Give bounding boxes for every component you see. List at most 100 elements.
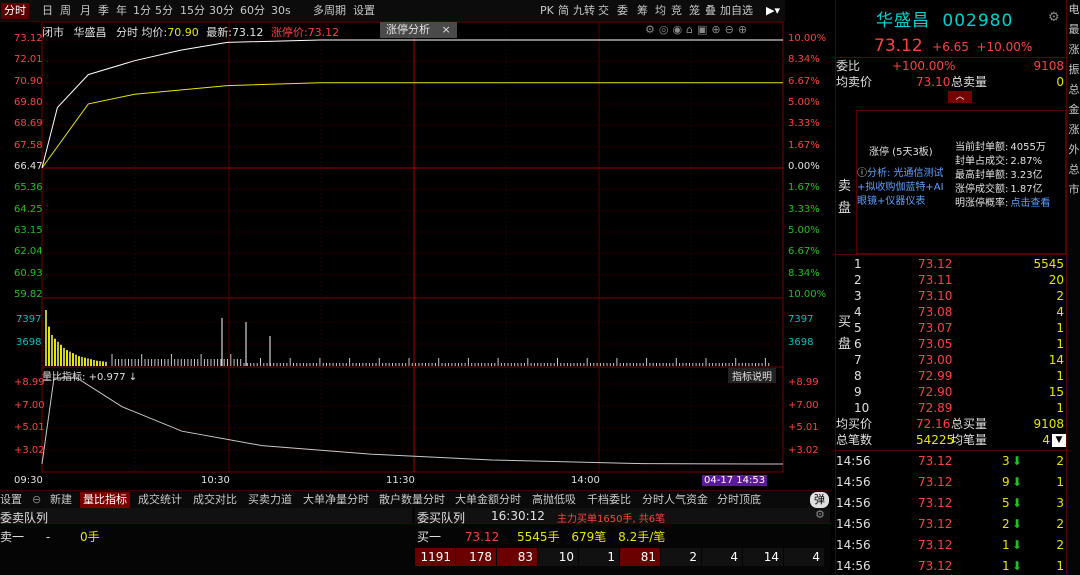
collapse-chevron-icon[interactable]: ︿ bbox=[948, 91, 972, 103]
toolbar-right-item-8[interactable]: 笼 bbox=[689, 3, 700, 19]
side-tab[interactable]: 电 bbox=[1068, 4, 1080, 16]
toolbar-item-2[interactable]: 周 bbox=[57, 3, 74, 19]
toolbar-right-item-4[interactable]: 委 bbox=[617, 3, 628, 19]
indicator-tab-6[interactable]: 大单净量分时 bbox=[303, 492, 369, 508]
bid-row[interactable]: 3 73.10 2 bbox=[836, 288, 1066, 305]
info-stat-key: 最高封单额: bbox=[955, 170, 1009, 181]
bid-level: 5 bbox=[854, 321, 862, 335]
toolbar-item-9[interactable]: 30分 bbox=[206, 3, 237, 19]
info-desc-line: 眼镜+仪器仪表 bbox=[857, 196, 926, 207]
indicator-tab-12[interactable]: 分时顶底 bbox=[717, 492, 761, 508]
tick-price: 73.12 bbox=[918, 559, 953, 573]
indicator-tab-9[interactable]: 高抛低吸 bbox=[532, 492, 576, 508]
new-tab-icon[interactable]: ⊖ bbox=[32, 492, 41, 508]
time-axis-label: 10:30 bbox=[201, 475, 230, 486]
toolbar-item-6[interactable]: 1分 bbox=[130, 3, 154, 19]
bid-row[interactable]: 10 72.89 1 bbox=[836, 400, 1066, 417]
info-stat-key: 封单占成交: bbox=[955, 156, 1009, 167]
toolbar-item-7[interactable]: 5分 bbox=[152, 3, 176, 19]
price-axis-label: 72.01 bbox=[14, 54, 43, 66]
queue-cell: 1191 bbox=[415, 548, 455, 566]
toolbar-item-1[interactable]: 日 bbox=[39, 3, 56, 19]
side-tab[interactable]: 市 bbox=[1068, 184, 1080, 196]
indicator-explain-button[interactable]: 指标说明 bbox=[728, 368, 776, 383]
tick-count: 1 bbox=[1056, 475, 1064, 489]
indicator-tab-2[interactable]: 量比指标 bbox=[80, 492, 130, 508]
settings-gear-icon[interactable]: ⚙ bbox=[1048, 10, 1060, 25]
buy-hands: 5545手 bbox=[517, 530, 560, 544]
bid-row[interactable]: 8 72.99 1 bbox=[836, 368, 1066, 385]
toolbar-right-item-5[interactable]: 筹 bbox=[637, 3, 648, 19]
bid-volume: 1 bbox=[1056, 337, 1064, 351]
toolbar-item-8[interactable]: 15分 bbox=[177, 3, 208, 19]
indicator-tab-0[interactable]: 设置 bbox=[0, 492, 22, 508]
indicator-tab-10[interactable]: 千档委比 bbox=[587, 492, 631, 508]
last-label: 最新: bbox=[206, 26, 232, 39]
bid-volume: 14 bbox=[1048, 353, 1064, 367]
bid-volume: 4 bbox=[1056, 305, 1064, 319]
bid-row[interactable]: 6 73.05 1 bbox=[836, 336, 1066, 353]
side-tab[interactable]: 涨 bbox=[1068, 44, 1080, 56]
tick-volume: 1 bbox=[1002, 559, 1010, 573]
bid-row[interactable]: 9 72.90 15 bbox=[836, 384, 1066, 401]
indicator-tab-1[interactable]: 新建 bbox=[50, 492, 72, 508]
indicator-tab-7[interactable]: 散户数量分时 bbox=[379, 492, 445, 508]
indicator-tab-13[interactable]: 弹 bbox=[810, 492, 829, 508]
indicator-tab-4[interactable]: 成交对比 bbox=[193, 492, 237, 508]
indicator-tab-3[interactable]: 成交统计 bbox=[138, 492, 182, 508]
side-tab[interactable]: 最 bbox=[1068, 24, 1080, 36]
toolbar-right-item-6[interactable]: 均 bbox=[655, 3, 666, 19]
toolbar-right-item-1[interactable]: 简 bbox=[558, 3, 569, 19]
chart-tool-icons[interactable]: ⚙◎◉⌂▣⊕⊖⊕ bbox=[645, 23, 751, 36]
indicator-tab-11[interactable]: 分时人气资金 bbox=[642, 492, 708, 508]
bid-row[interactable]: 5 73.07 1 bbox=[836, 320, 1066, 337]
bid-row[interactable]: 7 73.00 14 bbox=[836, 352, 1066, 369]
close-icon[interactable]: × bbox=[442, 23, 451, 36]
toolbar-right-item-9[interactable]: 叠 bbox=[705, 3, 716, 19]
info-stat-value[interactable]: 点击查看 bbox=[1010, 198, 1050, 209]
info-stat-value: 1.87亿 bbox=[1010, 184, 1043, 195]
tick-row: 14:56 73.12 5 ⬇ 3 bbox=[836, 495, 1066, 512]
toolbar-item-13[interactable]: 设置 bbox=[350, 3, 378, 19]
toolbar-right-item-0[interactable]: PK bbox=[540, 3, 554, 19]
info-stat-key: 明涨停概率: bbox=[955, 198, 1009, 209]
toolbar-item-12[interactable]: 多周期 bbox=[310, 3, 349, 19]
toolbar-item-4[interactable]: 季 bbox=[95, 3, 112, 19]
sell-avg-value: 73.10 bbox=[916, 75, 951, 89]
chart-frame bbox=[41, 22, 784, 473]
limit-up-desc[interactable]: ⓘ分析: 光通信测试 +拟收购伽蓝特+AI 眼镜+仪器仪表 bbox=[857, 167, 944, 209]
indicator-tab-8[interactable]: 大单金额分时 bbox=[455, 492, 521, 508]
stock-name-label: 华盛昌 bbox=[73, 26, 107, 39]
price-pct: +10.00% bbox=[976, 40, 1033, 54]
dropdown-chevron-icon[interactable]: ▼ bbox=[1052, 434, 1066, 447]
limit-analysis-label: 涨停分析 bbox=[386, 23, 430, 36]
toolbar-item-3[interactable]: 月 bbox=[77, 3, 94, 19]
toolbar-item-10[interactable]: 60分 bbox=[237, 3, 268, 19]
toolbar-item-0[interactable]: 分时 bbox=[1, 3, 29, 19]
side-tab[interactable]: 总 bbox=[1068, 84, 1080, 96]
side-tab[interactable]: 振 bbox=[1068, 64, 1080, 76]
side-tab[interactable]: 涨 bbox=[1068, 124, 1080, 136]
bid-row[interactable]: 2 73.11 20 bbox=[836, 272, 1066, 289]
toolbar-right-item-7[interactable]: 竞 bbox=[671, 3, 682, 19]
toolbar-menu-icon[interactable]: ▶▾ bbox=[763, 3, 783, 19]
toolbar-right-item-10[interactable]: 加自选 bbox=[720, 3, 753, 19]
buy-orders: 679笔 bbox=[571, 530, 607, 544]
gear-icon[interactable]: ⚙ bbox=[815, 508, 825, 521]
bid-row[interactable]: 1 73.12 5545 bbox=[836, 256, 1066, 273]
intraday-chart[interactable]: 闭市 华盛昌 分时 均价:70.90 最新:73.12 涨停价:73.12 涨停… bbox=[0, 22, 826, 490]
toolbar-right-item-2[interactable]: 九转 bbox=[573, 3, 595, 19]
limit-analysis-tab[interactable]: 涨停分析 × bbox=[380, 22, 457, 38]
side-tab[interactable]: 金 bbox=[1068, 104, 1080, 116]
side-tab[interactable]: 总 bbox=[1068, 164, 1080, 176]
bid-row[interactable]: 4 73.08 4 bbox=[836, 304, 1066, 321]
price-line bbox=[41, 39, 783, 169]
toolbar-item-11[interactable]: 30s bbox=[268, 3, 294, 19]
toolbar-right-item-3[interactable]: 交 bbox=[598, 3, 609, 19]
toolbar-item-5[interactable]: 年 bbox=[113, 3, 130, 19]
indicator-tab-5[interactable]: 买卖力道 bbox=[248, 492, 292, 508]
bid-price: 72.89 bbox=[918, 401, 953, 415]
side-tab[interactable]: 外 bbox=[1068, 144, 1080, 156]
indicator-tabs: 设置 新建 量比指标 成交统计 成交对比 买卖力道 大单净量分时 散户数量分时 大单金额分时 高抛… bbox=[0, 490, 830, 508]
down-arrow-icon: ⬇ bbox=[1012, 559, 1023, 573]
